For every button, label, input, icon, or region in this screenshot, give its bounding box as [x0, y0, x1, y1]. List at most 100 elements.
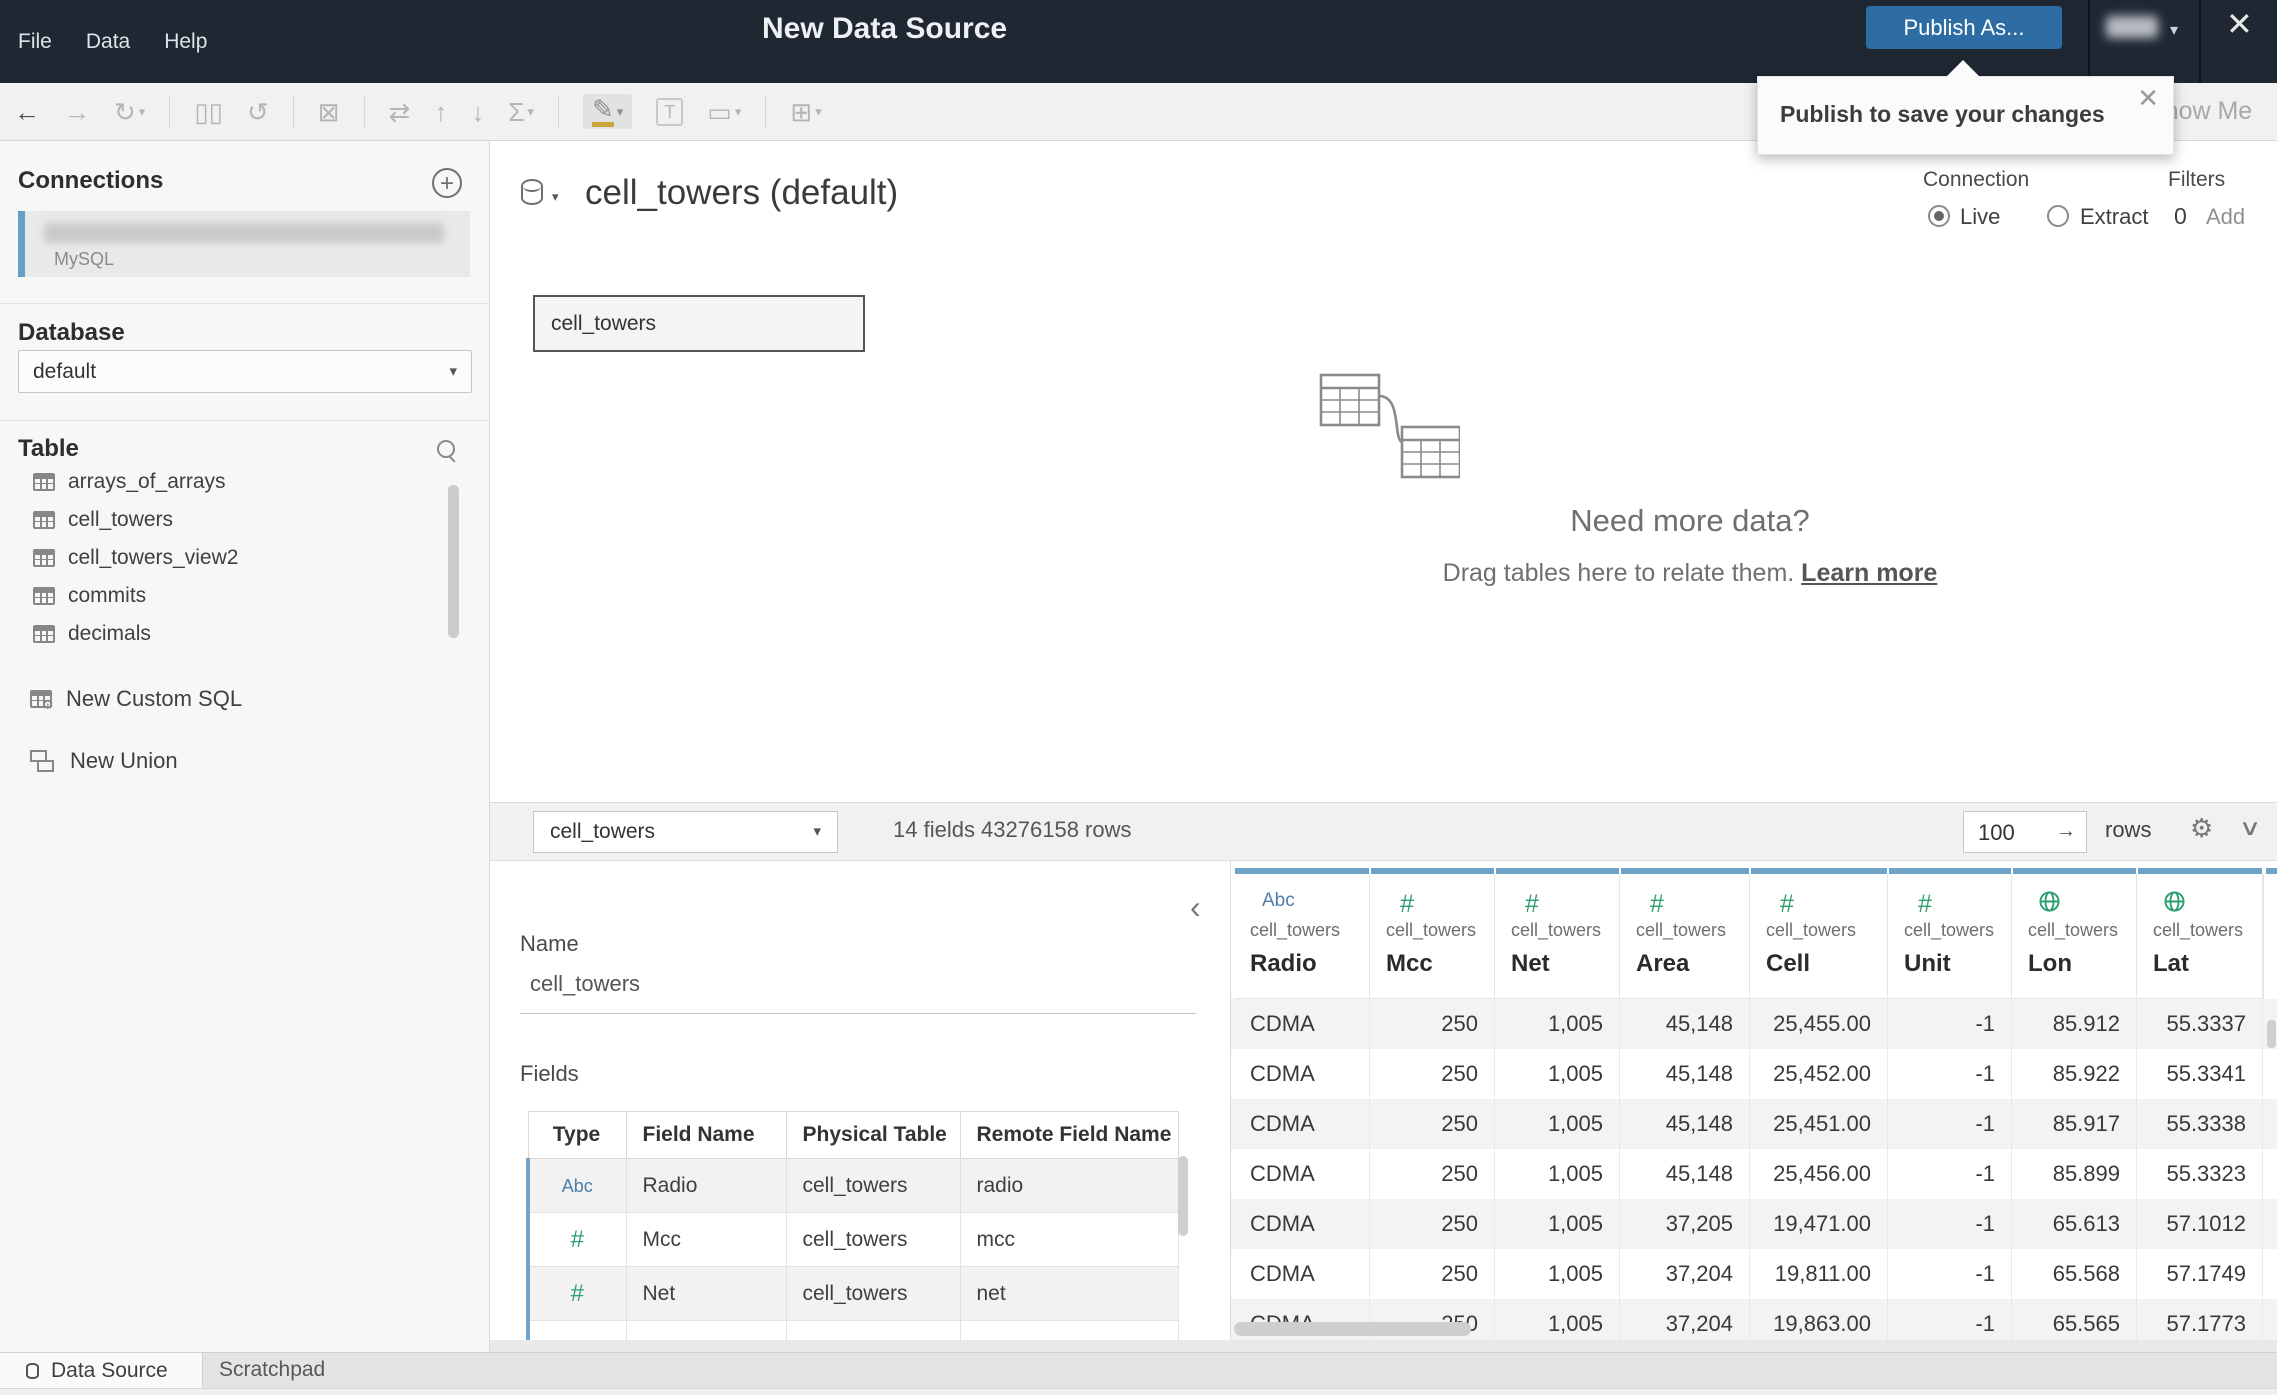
- user-account-avatar[interactable]: [2106, 16, 2158, 38]
- fields-scrollbar[interactable]: [1178, 1156, 1188, 1236]
- physical-table-cell: cell_towers: [785, 1158, 961, 1213]
- database-select[interactable]: default ▾: [18, 350, 472, 393]
- remote-field-cell: radio: [959, 1158, 1179, 1213]
- run-update-icon[interactable]: ↺: [247, 97, 269, 127]
- undo-icon[interactable]: ←: [14, 97, 40, 127]
- learn-more-link[interactable]: Learn more: [1801, 559, 1937, 587]
- column-table-label: cell_towers: [1386, 920, 1477, 940]
- sort-descending-icon[interactable]: ↓: [471, 97, 484, 127]
- empty-state-text: Drag tables here to relate them.: [1442, 559, 1795, 587]
- database-select-value: default: [33, 360, 97, 383]
- grid-cell: 57.1749: [2137, 1249, 2263, 1299]
- new-union-label: New Union: [70, 748, 178, 773]
- logical-table-node[interactable]: cell_towers: [533, 295, 865, 352]
- chevron-down-icon: ▾: [734, 103, 742, 119]
- name-value[interactable]: cell_towers: [530, 971, 640, 997]
- field-name-cell: Net: [625, 1266, 787, 1321]
- extract-radio-label[interactable]: Extract: [2080, 204, 2148, 230]
- window-close-icon[interactable]: ✕: [2226, 8, 2253, 40]
- tab-data-source[interactable]: Data Source: [0, 1353, 203, 1388]
- grid-cell: 1,005: [1495, 999, 1620, 1049]
- column-header-mcc[interactable]: # cell_towers Mcc: [1370, 874, 1495, 999]
- grid-vertical-scrollbar[interactable]: [2267, 1020, 2276, 1048]
- row-count-input[interactable]: [1964, 812, 2070, 854]
- table-item-arrays-of-arrays[interactable]: arrays_of_arrays: [0, 463, 470, 501]
- fields-row-radio[interactable]: Abc Radio cell_towers radio: [526, 1158, 1179, 1213]
- column-name-label: Mcc: [1386, 950, 1433, 977]
- highlight-icon[interactable]: ✎ ▾: [582, 94, 633, 129]
- text-label-icon[interactable]: T: [656, 97, 684, 126]
- grid-horizontal-scrollbar[interactable]: [1234, 1322, 1471, 1336]
- number-type-icon: #: [1780, 890, 1794, 918]
- preview-table-select[interactable]: cell_towers ▾: [533, 811, 838, 853]
- pause-updates-icon-glyph: ▯▯: [194, 96, 223, 127]
- grid-cell: 1,005: [1495, 1049, 1620, 1099]
- grid-cell: 85.912: [2012, 999, 2137, 1049]
- menu-data[interactable]: Data: [86, 30, 130, 54]
- grid-cell: 55.3338: [2137, 1099, 2263, 1149]
- collapse-preview-icon[interactable]: ∨: [2239, 815, 2262, 841]
- preview-toolbar: cell_towers ▾ 14 fields 43276158 rows → …: [490, 802, 2277, 861]
- menu-help[interactable]: Help: [164, 30, 207, 54]
- show-me-icon[interactable]: ⊞ ▾: [790, 97, 821, 127]
- table-item-commits[interactable]: commits: [0, 577, 470, 615]
- grid-cell: 25,455.00: [1750, 999, 1888, 1049]
- publish-as-button[interactable]: Publish As...: [1866, 6, 2062, 49]
- swap-axes-icon[interactable]: ⇄: [389, 97, 411, 127]
- number-type-icon: #: [1525, 890, 1539, 918]
- column-header-unit[interactable]: # cell_towers Unit: [1888, 874, 2012, 999]
- fit-icon[interactable]: ▭ ▾: [707, 97, 741, 127]
- column-header-cell[interactable]: # cell_towers Cell: [1750, 874, 1888, 999]
- pause-updates-icon[interactable]: ▯▯: [194, 97, 223, 127]
- apply-row-count-icon[interactable]: →: [2056, 820, 2076, 843]
- live-radio[interactable]: [1928, 205, 1950, 227]
- rows-label: rows: [2105, 817, 2152, 842]
- menu-file[interactable]: File: [18, 30, 52, 54]
- column-header-area[interactable]: # cell_towers Area: [1620, 874, 1750, 999]
- totals-icon[interactable]: Σ ▾: [508, 97, 534, 127]
- column-name-label: Area: [1636, 950, 1690, 977]
- fields-row-mcc[interactable]: # Mcc cell_towers mcc: [526, 1212, 1179, 1267]
- column-header-radio[interactable]: Abc cell_towers Radio: [1234, 874, 1370, 999]
- gear-icon[interactable]: ⚙: [2190, 813, 2213, 844]
- new-union-item[interactable]: New Union: [0, 741, 500, 781]
- string-type-icon: Abc: [561, 1175, 593, 1196]
- filters-add-link[interactable]: Add: [2206, 204, 2245, 230]
- connection-item[interactable]: MySQL: [18, 211, 470, 277]
- live-radio-label[interactable]: Live: [1960, 204, 2000, 230]
- column-name-label: Net: [1511, 950, 1550, 977]
- field-type-cell: Abc: [526, 1158, 627, 1213]
- swap-axes-icon-glyph: ⇄: [388, 96, 411, 127]
- sidebar-scrollbar[interactable]: [448, 485, 459, 638]
- physical-table-cell: cell_towers: [785, 1212, 961, 1267]
- row-count-box: →: [1963, 811, 2087, 854]
- table-item-cell-towers-view2[interactable]: cell_towers_view2: [0, 539, 470, 577]
- toolbar-separator: [169, 94, 171, 129]
- search-icon[interactable]: [437, 440, 455, 458]
- redo-icon[interactable]: →: [64, 97, 90, 127]
- extract-radio[interactable]: [2047, 205, 2069, 227]
- collapse-panel-icon[interactable]: ‹: [1190, 889, 1201, 926]
- column-header-lon[interactable]: cell_towers Lon: [2012, 874, 2137, 999]
- publish-tooltip: Publish to save your changes ✕: [1757, 60, 2174, 155]
- table-item-cell-towers[interactable]: cell_towers: [0, 501, 470, 539]
- datasource-icon[interactable]: [521, 179, 543, 205]
- tooltip-close-icon[interactable]: ✕: [2137, 83, 2159, 114]
- tab-scratchpad[interactable]: Scratchpad: [219, 1358, 325, 1382]
- sort-ascending-icon[interactable]: ↑: [434, 97, 447, 127]
- add-connection-icon[interactable]: +: [432, 168, 462, 198]
- column-header-lat[interactable]: cell_towers Lat: [2137, 874, 2263, 999]
- new-custom-sql-item[interactable]: ⚙ New Custom SQL: [0, 679, 500, 719]
- cancel-query-icon[interactable]: ⊠: [318, 97, 340, 127]
- column-table-label: cell_towers: [1636, 920, 1727, 940]
- user-menu-caret-icon[interactable]: ▾: [2170, 20, 2178, 40]
- table-icon: [33, 473, 55, 491]
- fields-row-net[interactable]: # Net cell_towers net: [526, 1266, 1179, 1321]
- datasource-caret-icon[interactable]: ▾: [552, 189, 559, 205]
- table-item-decimals[interactable]: decimals: [0, 615, 470, 653]
- redo-icon-glyph: →: [64, 96, 90, 127]
- titlebar-separator: [2088, 0, 2090, 83]
- replay-icon[interactable]: ↻ ▾: [114, 97, 145, 127]
- grid-cell: 250: [1370, 1049, 1495, 1099]
- column-header-net[interactable]: # cell_towers Net: [1495, 874, 1620, 999]
